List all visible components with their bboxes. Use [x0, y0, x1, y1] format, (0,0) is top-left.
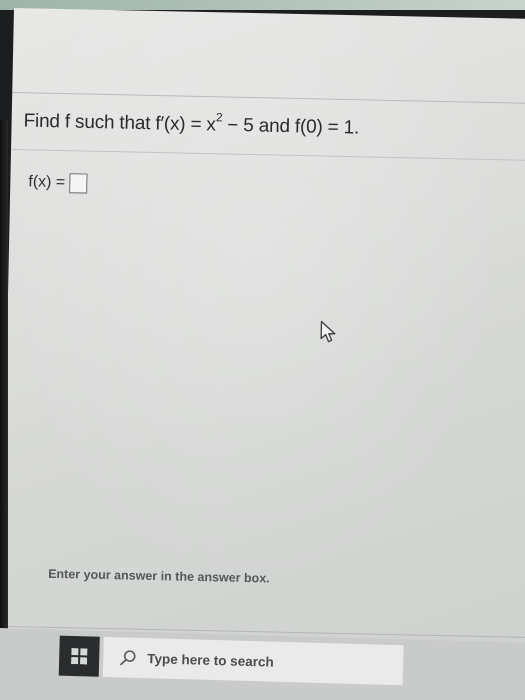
mouse-pointer-icon	[320, 320, 336, 343]
search-icon	[120, 650, 136, 666]
start-button[interactable]	[58, 635, 100, 677]
question-exponent: 2	[215, 110, 223, 125]
windows-start-icon	[71, 648, 88, 665]
question-lead: Find f such that f′(x) = x	[23, 110, 216, 136]
divider-top	[12, 91, 525, 105]
question-text: Find f such that f′(x) = x2 − 5 and f(0)…	[23, 108, 359, 139]
divider-middle	[11, 148, 525, 162]
answer-hint: Enter your answer in the answer box.	[48, 566, 270, 586]
answer-input-box[interactable]	[69, 173, 88, 194]
screen: Find f such that f′(x) = x2 − 5 and f(0)…	[0, 0, 525, 700]
monitor-bezel	[0, 120, 8, 700]
search-placeholder: Type here to search	[147, 650, 274, 670]
question-page: Find f such that f′(x) = x2 − 5 and f(0)…	[0, 8, 525, 660]
taskbar-search-box[interactable]: Type here to search	[102, 636, 404, 686]
answer-label: f(x) =	[28, 173, 66, 192]
answer-row: f(x) =	[28, 172, 88, 194]
question-rest: − 5 and f(0) = 1.	[221, 114, 360, 139]
